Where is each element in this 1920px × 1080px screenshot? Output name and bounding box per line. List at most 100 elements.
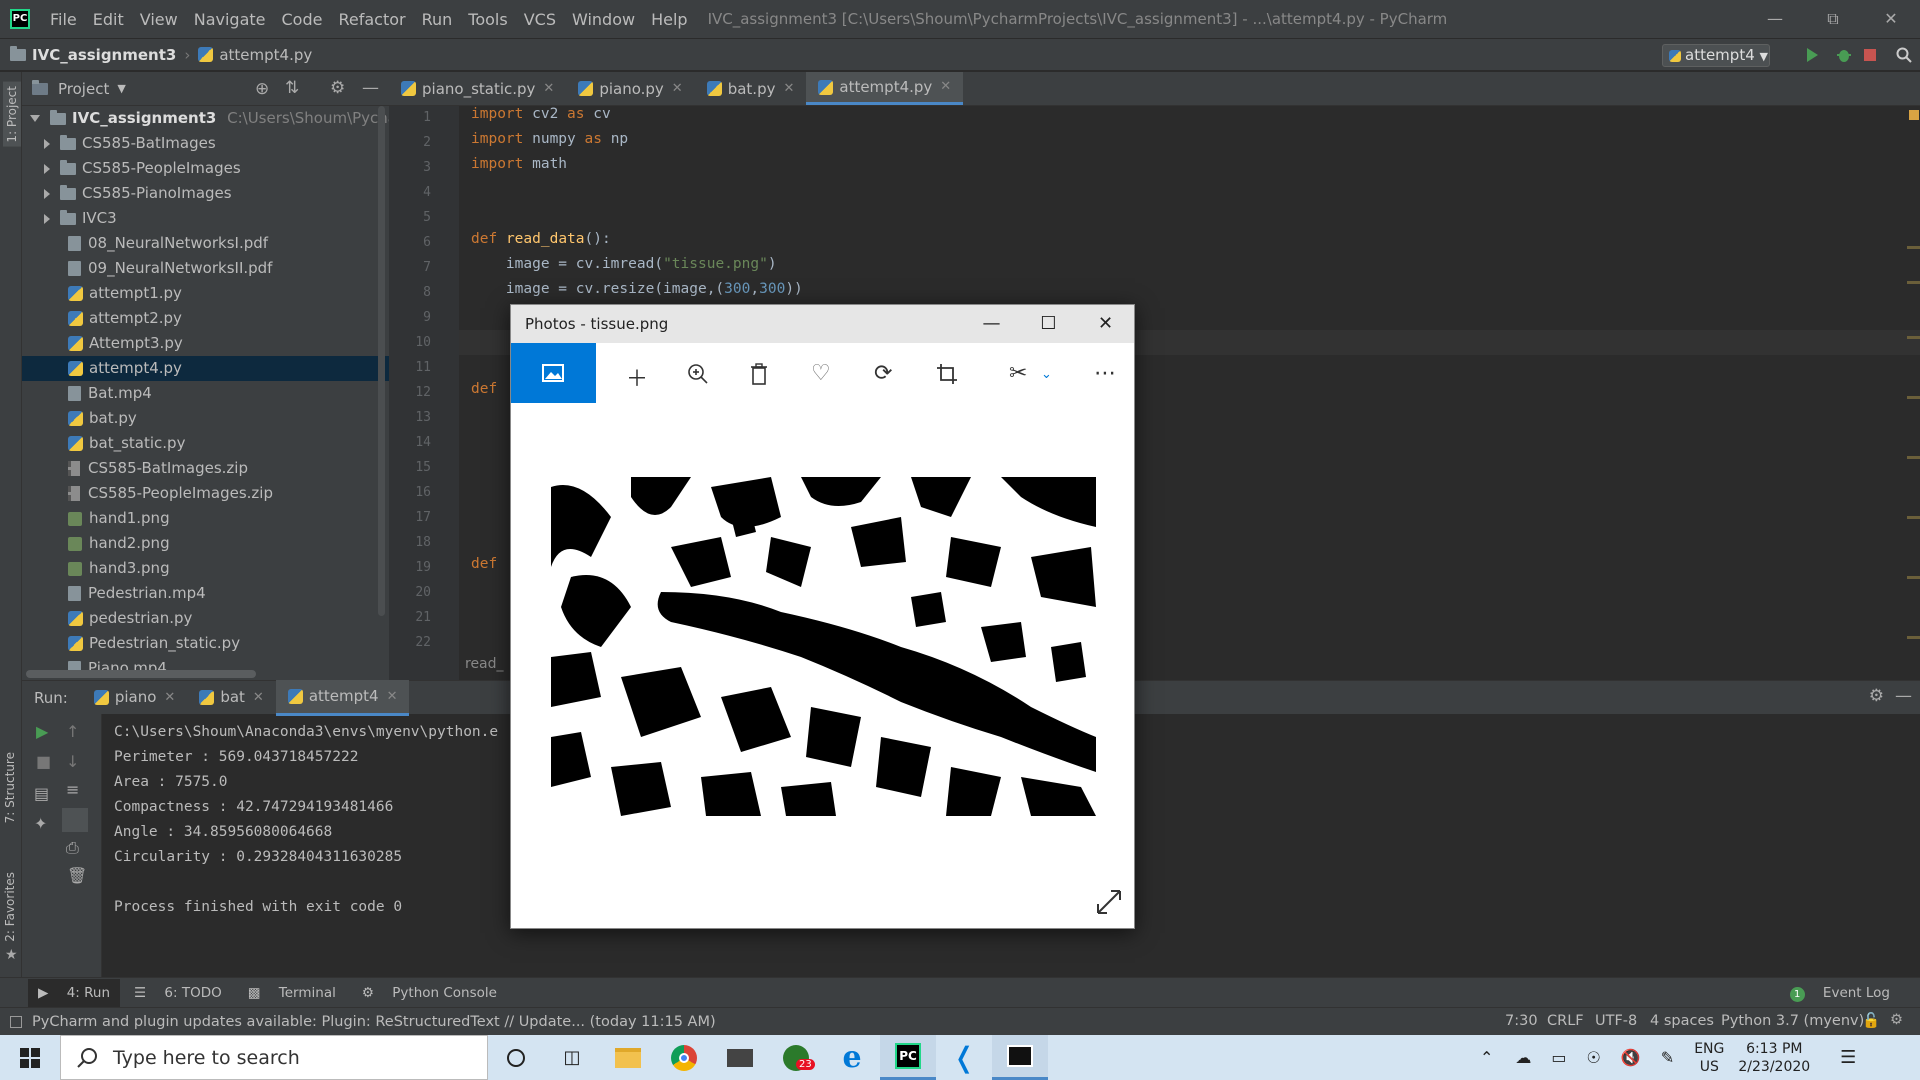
tissue-image[interactable] (551, 477, 1096, 816)
volume-icon[interactable]: 🔇 (1621, 1048, 1641, 1067)
delete-icon[interactable] (750, 363, 768, 385)
menu-item-refactor[interactable]: Refactor (330, 10, 413, 29)
vscode-icon[interactable]: ❬ (936, 1035, 992, 1080)
photos-taskbar-icon[interactable] (992, 1035, 1048, 1080)
menu-item-edit[interactable]: Edit (85, 10, 132, 29)
run-tab[interactable]: attempt4 ✕ (275, 679, 410, 716)
start-button[interactable] (0, 1035, 60, 1080)
editor-breadcrumb[interactable]: read_ (465, 656, 504, 672)
pen-icon[interactable]: ✎ (1661, 1048, 1674, 1067)
tree-file[interactable]: attempt4.py (22, 356, 389, 381)
tree-file[interactable]: Bat.mp4 (22, 381, 389, 406)
rotate-icon[interactable]: ⟳ (874, 361, 892, 386)
close-tab-icon[interactable]: ✕ (253, 681, 264, 714)
messaging-icon[interactable]: 23 (768, 1035, 824, 1080)
chevron-up-icon[interactable]: ⌃ (1480, 1048, 1493, 1067)
edge-icon[interactable]: e (824, 1035, 880, 1080)
tree-root[interactable]: IVC_assignment3 C:\Users\Shoum\PycharmPr… (22, 106, 611, 131)
stop-icon[interactable]: ■ (36, 752, 51, 771)
task-view-icon[interactable]: ◫ (544, 1035, 600, 1080)
photos-close-button[interactable]: ✕ (1077, 305, 1134, 343)
expand-arrow-icon[interactable] (44, 188, 50, 199)
gear-icon[interactable]: ⚙ (330, 78, 345, 98)
expand-arrow-icon[interactable] (44, 163, 50, 174)
tree-file[interactable]: attempt1.py (22, 281, 389, 306)
breadcrumb-file[interactable]: attempt4.py (219, 46, 312, 64)
close-tab-icon[interactable]: ✕ (164, 681, 175, 714)
caret-position[interactable]: 7:30 (1505, 1013, 1538, 1029)
expand-arrow-icon[interactable] (44, 213, 50, 224)
editor-tab[interactable]: bat.py ✕ (695, 72, 807, 105)
lock-icon[interactable]: 🔓 (1862, 1012, 1880, 1029)
fullscreen-icon[interactable] (1096, 889, 1122, 915)
tab-todo[interactable]: ☰ 6: TODO (134, 985, 222, 1001)
editor-tab[interactable]: attempt4.py ✕ (806, 70, 964, 105)
collapse-all-icon[interactable]: ⇅ (285, 78, 299, 98)
gear-icon[interactable]: ⚙ (1869, 686, 1884, 706)
tree-folder[interactable]: CS585-PeopleImages (22, 156, 389, 181)
close-tab-icon[interactable]: ✕ (543, 72, 554, 106)
battery-icon[interactable]: ▭ (1551, 1048, 1566, 1067)
trash-icon[interactable]: 🗑 (67, 866, 87, 885)
cortana-icon[interactable] (488, 1035, 544, 1080)
menu-item-window[interactable]: Window (564, 10, 643, 29)
locate-icon[interactable]: ⊕ (255, 79, 269, 99)
tree-file[interactable]: Pedestrian.mp4 (22, 581, 389, 606)
tree-folder[interactable]: CS585-BatImages (22, 131, 389, 156)
taskbar-search[interactable]: Type here to search (60, 1035, 488, 1080)
mail-icon[interactable] (712, 1035, 768, 1080)
photos-minimize-button[interactable]: — (963, 305, 1020, 343)
breadcrumb-project[interactable]: IVC_assignment3 (32, 46, 176, 64)
run-configuration-select[interactable]: attempt4 ▼ (1662, 44, 1770, 67)
menu-item-run[interactable]: Run (414, 10, 461, 29)
soft-wrap-icon[interactable]: ≡ (66, 780, 79, 799)
console-output[interactable]: C:\Users\Shoum\Anaconda3\envs\myenv\pyth… (114, 720, 498, 920)
print-icon[interactable]: ⎙ (66, 838, 79, 858)
language-indicator[interactable]: ENG US (1694, 1040, 1724, 1076)
tree-file[interactable]: 08_NeuralNetworksI.pdf (22, 231, 389, 256)
close-tab-icon[interactable]: ✕ (940, 70, 951, 104)
tab-terminal[interactable]: ▩ Terminal (248, 985, 336, 1001)
event-log[interactable]: 1 Event Log (1776, 985, 1890, 1002)
chrome-icon[interactable] (656, 1035, 712, 1080)
run-tab[interactable]: piano ✕ (82, 680, 187, 716)
python-interpreter[interactable]: Python 3.7 (myenv) (1721, 1013, 1864, 1029)
chevron-down-icon[interactable]: ⌄ (1041, 367, 1052, 382)
file-explorer-icon[interactable] (600, 1035, 656, 1080)
close-tab-icon[interactable]: ✕ (783, 72, 794, 106)
editor-tab[interactable]: piano.py ✕ (566, 72, 694, 105)
tree-file[interactable]: hand2.png (22, 531, 389, 556)
clock[interactable]: 6:13 PM 2/23/2020 (1738, 1040, 1810, 1076)
wifi-icon[interactable]: ☉ (1587, 1048, 1601, 1067)
restore-button[interactable]: ⧉ (1804, 0, 1862, 38)
menu-item-navigate[interactable]: Navigate (186, 10, 274, 29)
warning-icon[interactable] (1909, 110, 1919, 120)
up-arrow-icon[interactable]: ↑ (66, 722, 79, 741)
menu-item-vcs[interactable]: VCS (516, 10, 564, 29)
vertical-scrollbar[interactable] (378, 106, 385, 616)
tree-file[interactable]: Pedestrian_static.py (22, 631, 389, 656)
tab-run[interactable]: ▶ 4: Run (28, 978, 121, 1007)
editor-tab[interactable]: piano_static.py ✕ (389, 72, 566, 105)
menu-item-help[interactable]: Help (643, 10, 695, 29)
tree-file[interactable]: CS585-PeopleImages.zip (22, 481, 389, 506)
menu-item-file[interactable]: File (42, 10, 85, 29)
image-view-button[interactable] (511, 343, 596, 403)
favorite-icon[interactable]: ♡ (811, 361, 831, 386)
status-message[interactable]: PyCharm and plugin updates available: Pl… (32, 1014, 716, 1030)
project-view-select[interactable]: Project (58, 80, 109, 98)
hide-icon[interactable]: — (362, 78, 379, 98)
menu-item-code[interactable]: Code (274, 10, 331, 29)
indent-setting[interactable]: 4 spaces (1650, 1013, 1714, 1029)
photos-maximize-button[interactable]: ☐ (1020, 305, 1077, 343)
file-encoding[interactable]: UTF-8 (1595, 1013, 1637, 1029)
tree-file[interactable]: bat.py (22, 406, 389, 431)
menu-item-view[interactable]: View (132, 10, 186, 29)
run-tab[interactable]: bat ✕ (187, 680, 276, 716)
tree-file[interactable]: attempt2.py (22, 306, 389, 331)
line-separator[interactable]: CRLF (1547, 1013, 1584, 1029)
minimize-button[interactable]: — (1746, 0, 1804, 38)
horizontal-scrollbar[interactable] (26, 670, 256, 678)
edit-icon[interactable]: ✂ (1009, 361, 1027, 386)
tool-window-favorites[interactable]: 2: Favorites (3, 872, 17, 942)
